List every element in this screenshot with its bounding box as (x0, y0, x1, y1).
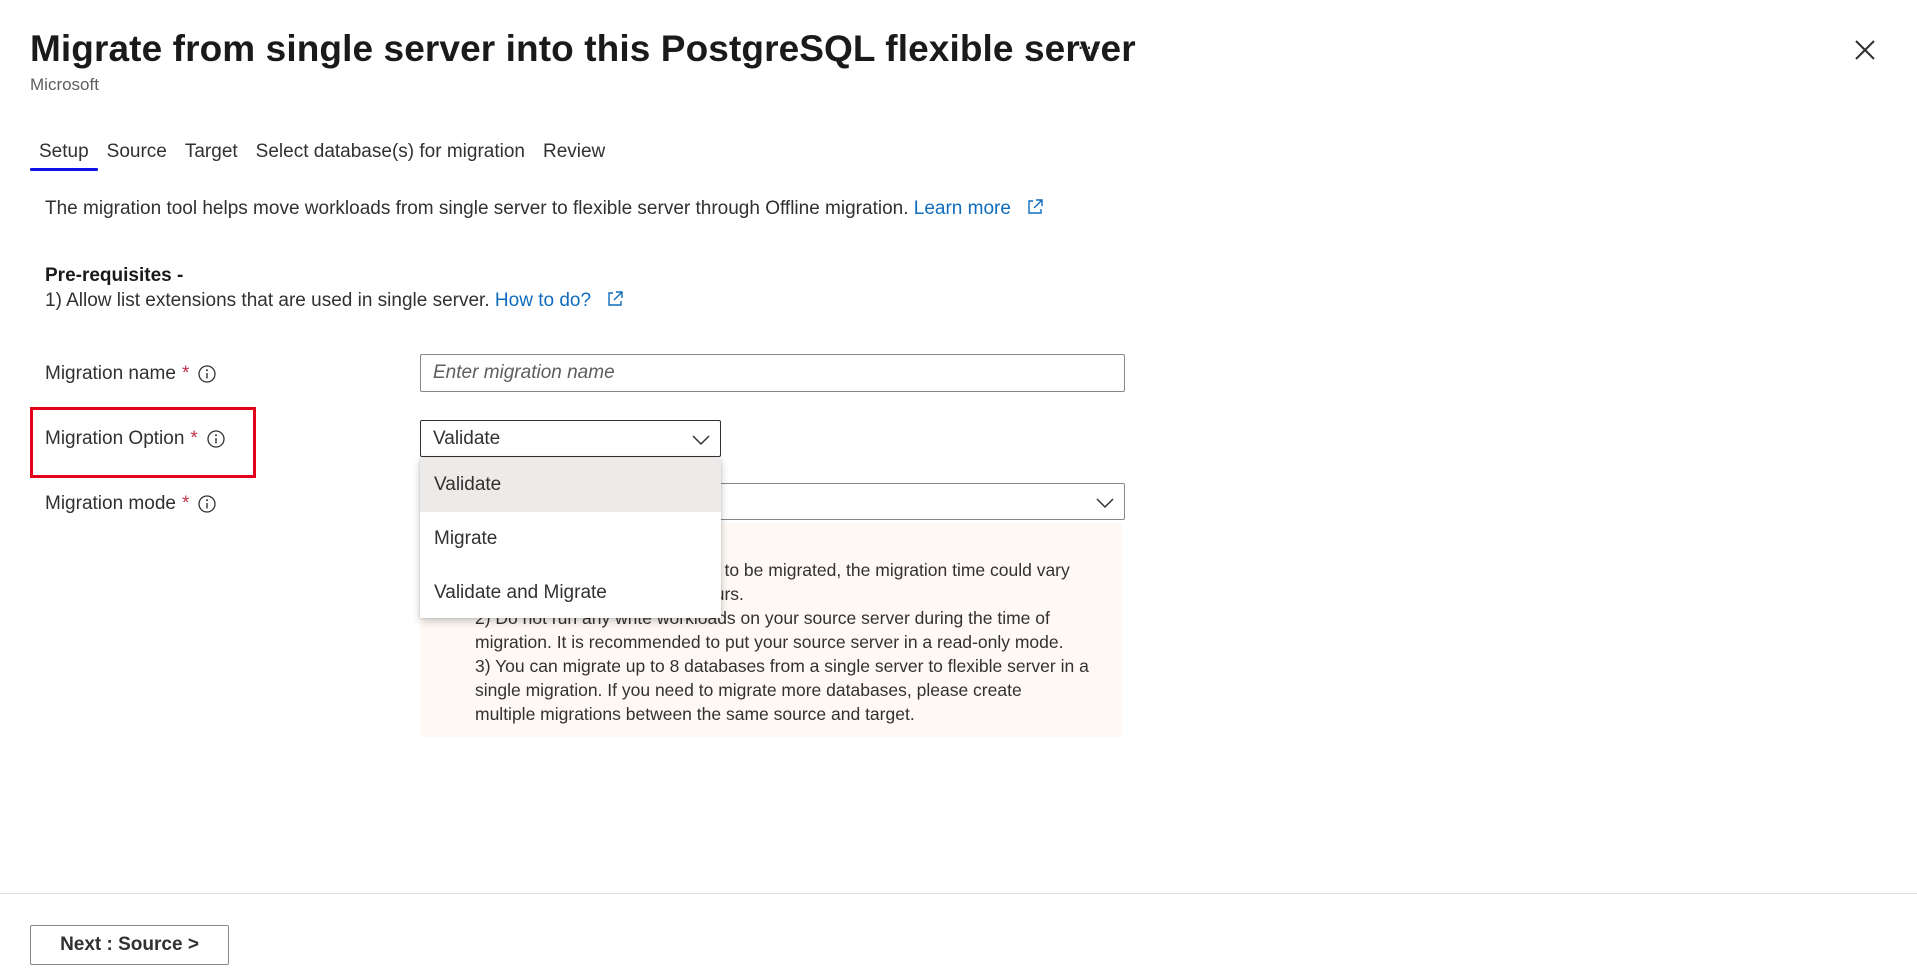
learn-more-link[interactable]: Learn more (914, 198, 1011, 219)
dropdown-option-migrate[interactable]: Migrate (420, 512, 721, 566)
page-title: Migrate from single server into this Pos… (30, 28, 1136, 69)
dropdown-option-validate-and-migrate[interactable]: Validate and Migrate (420, 566, 721, 620)
required-marker: * (181, 493, 190, 514)
migration-option-select[interactable]: Validate (420, 420, 721, 457)
chevron-down-icon (1096, 497, 1114, 508)
footer-divider (0, 893, 1917, 894)
info-icon[interactable] (197, 494, 217, 514)
migration-option-label-text: Migration Option (45, 428, 185, 449)
migration-option-label: Migration Option * (45, 428, 226, 450)
migration-option-dropdown-list: Validate Migrate Validate and Migrate (420, 458, 721, 618)
required-marker: * (181, 363, 190, 384)
intro-text: The migration tool helps move workloads … (45, 198, 909, 219)
info-icon[interactable] (197, 364, 217, 384)
prerequisite-text: 1) Allow list extensions that are used i… (45, 290, 490, 311)
how-to-do-link[interactable]: How to do? (495, 290, 591, 311)
tab-select-databases[interactable]: Select database(s) for migration (247, 137, 534, 171)
migration-mode-label: Migration mode * (45, 493, 217, 515)
dropdown-option-validate[interactable]: Validate (420, 458, 721, 512)
prerequisites-title: Pre-requisites - (45, 265, 184, 286)
page-subtitle: Microsoft (30, 75, 99, 94)
warning-line: migration. It is recommended to put your… (475, 632, 1064, 652)
tab-setup[interactable]: Setup (30, 137, 98, 171)
migration-mode-label-text: Migration mode (45, 493, 176, 514)
next-source-button[interactable]: Next : Source > (30, 925, 229, 965)
migration-option-value: Validate (433, 427, 501, 449)
tab-bar: Setup Source Target Select database(s) f… (30, 137, 614, 171)
external-link-icon (608, 291, 624, 306)
tab-review[interactable]: Review (534, 137, 614, 171)
tab-target[interactable]: Target (176, 137, 247, 171)
external-link-icon (1028, 199, 1043, 214)
info-icon[interactable] (206, 429, 226, 449)
migration-name-label: Migration name * (45, 363, 217, 385)
prerequisite-item: 1) Allow list extensions that are used i… (45, 290, 624, 312)
more-options-button[interactable]: ··· (1077, 34, 1102, 60)
migration-name-input[interactable] (420, 354, 1125, 392)
close-icon[interactable] (1852, 37, 1878, 63)
required-marker: * (190, 428, 198, 449)
chevron-down-icon (692, 434, 710, 445)
migration-name-label-text: Migration name (45, 363, 176, 384)
tab-source[interactable]: Source (98, 137, 176, 171)
warning-line: multiple migrations between the same sou… (475, 704, 915, 724)
intro-text-row: The migration tool helps move workloads … (45, 198, 1044, 220)
warning-line: single migration. If you need to migrate… (475, 680, 1022, 700)
warning-line: 3) You can migrate up to 8 databases fro… (475, 656, 1089, 676)
